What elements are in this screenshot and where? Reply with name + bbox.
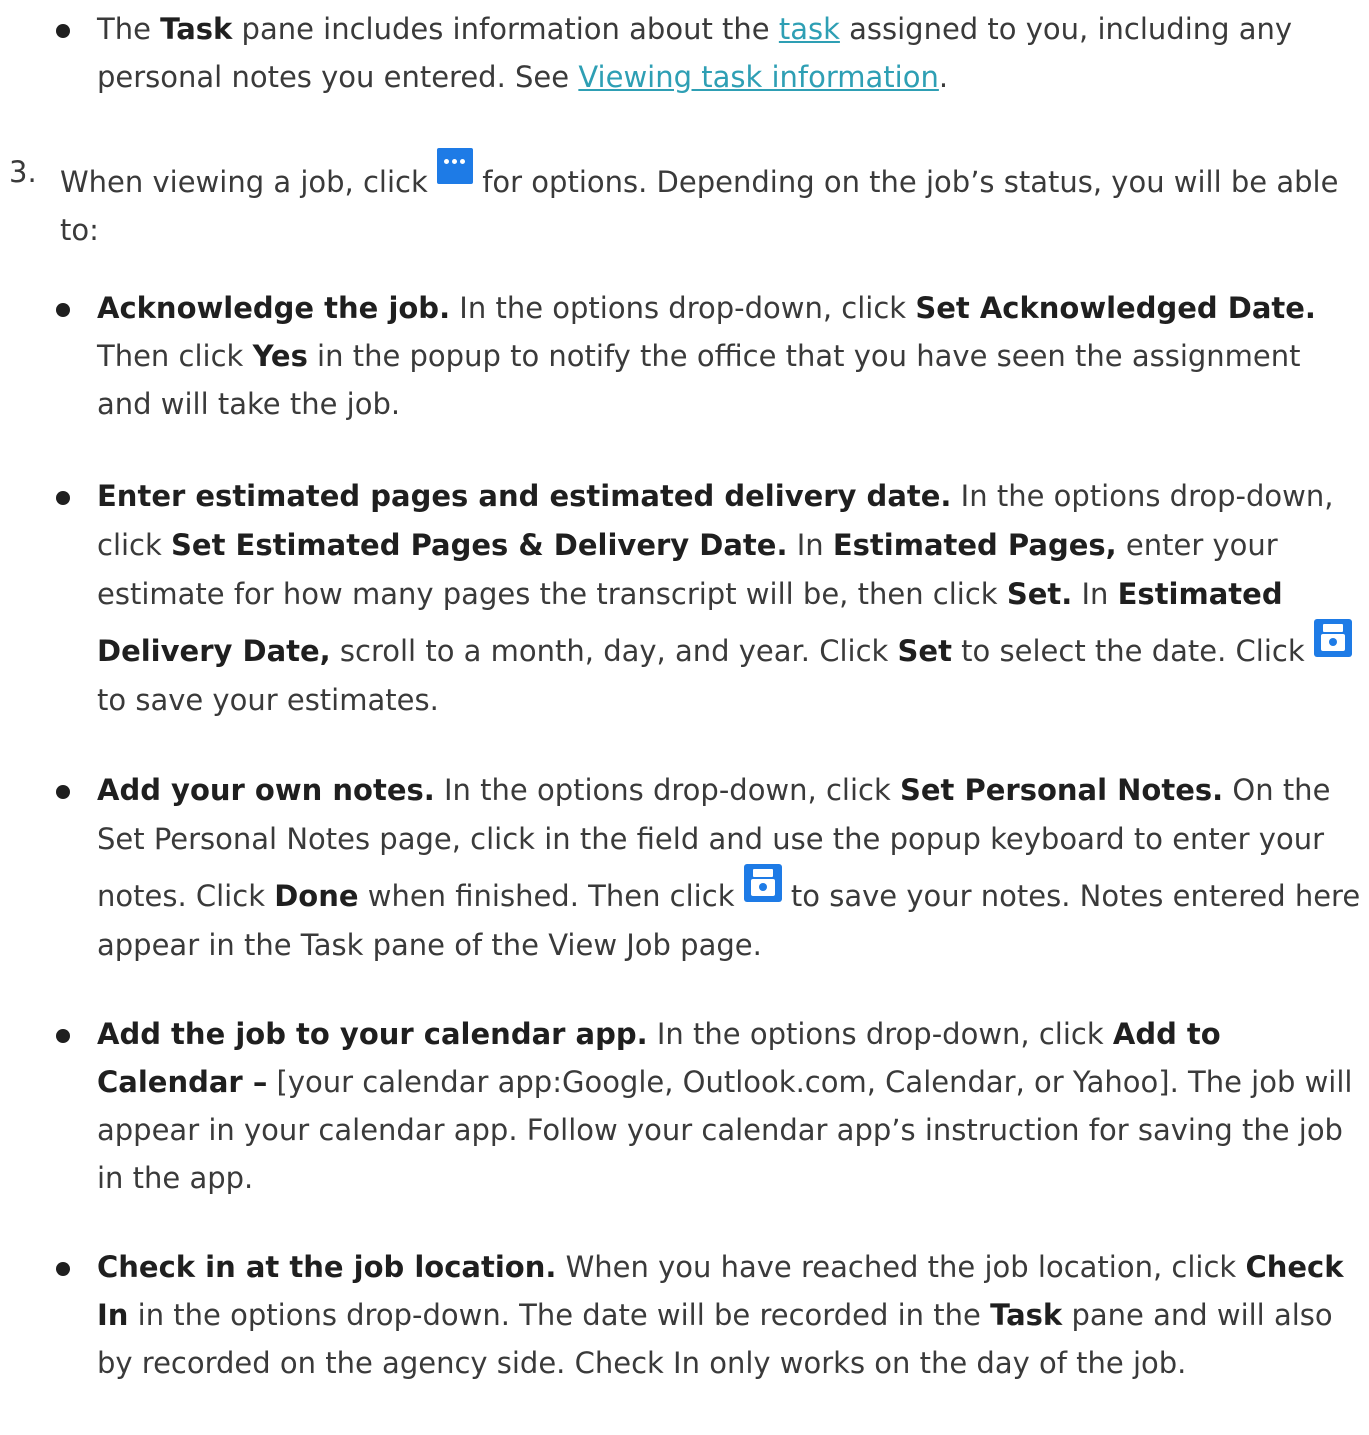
done-label: Done [274,879,359,913]
more-options-icon [437,148,473,184]
text: In [1072,577,1118,611]
text: In the options drop-down, click [434,773,900,807]
task-link[interactable]: task [779,12,840,46]
bullet-icon [56,491,70,505]
set-personal-notes-label: Set Personal Notes. [899,773,1224,807]
notes-text: Add your own notes. In the options drop-… [97,766,1361,970]
yes-label: Yes [252,339,308,373]
set-label: Set. [1006,577,1073,611]
bullet-icon [56,1029,70,1043]
calendar-text: Add the job to your calendar app. In the… [97,1010,1361,1202]
text: In the options drop-down, click [450,291,916,325]
checkin-title: Check in at the job location. [97,1250,557,1284]
bullet-icon [56,1262,70,1276]
calendar-title: Add the job to your calendar app. [97,1017,648,1051]
estimate-text: Enter estimated pages and estimated deli… [97,472,1361,725]
text: scroll to a month, day, and year. Click [330,634,898,668]
text: When viewing a job, click [60,165,437,199]
task-bold: Task [160,12,233,46]
text: Then click [97,339,253,373]
acknowledge-text: Acknowledge the job. In the options drop… [97,284,1361,428]
text: to select the date. Click [951,634,1314,668]
estimated-pages-label: Estimated Pages, [832,528,1117,562]
step-3-text: When viewing a job, click for options. D… [60,148,1361,254]
save-icon [1313,619,1352,657]
acknowledge-title: Acknowledge the job. [97,291,451,325]
task-pane-text: The Task pane includes information about… [97,12,1293,94]
text: [your calendar app:Google, Outlook.com, … [97,1065,1353,1195]
text: to save your estimates. [97,683,439,717]
checkin-text: Check in at the job location. When you h… [97,1243,1361,1387]
text: pane includes information about the [232,12,779,46]
set-estimated-pages-label: Set Estimated Pages & Delivery Date. [171,528,788,562]
bullet-icon [56,785,70,799]
bullet-icon [56,24,70,38]
save-icon [743,864,782,902]
text: when finished. Then click [358,879,744,913]
text: . [938,60,949,94]
help-document: The Task pane includes information about… [0,0,1369,1435]
bullet-icon [56,303,70,317]
set-acknowledged-date-label: Set Acknowledged Date. [915,291,1316,325]
estimate-title: Enter estimated pages and estimated deli… [97,479,952,513]
text: In the options drop-down, click [647,1017,1113,1051]
set-label: Set [897,634,952,668]
notes-title: Add your own notes. [97,773,435,807]
step-number: 3. [9,155,37,189]
viewing-task-information-link[interactable]: Viewing task information [578,60,939,94]
text: in the options drop-down. The date will … [128,1298,991,1332]
text: In [787,528,833,562]
task-label: Task [990,1298,1063,1332]
text: When you have reached the job location, … [556,1250,1246,1284]
